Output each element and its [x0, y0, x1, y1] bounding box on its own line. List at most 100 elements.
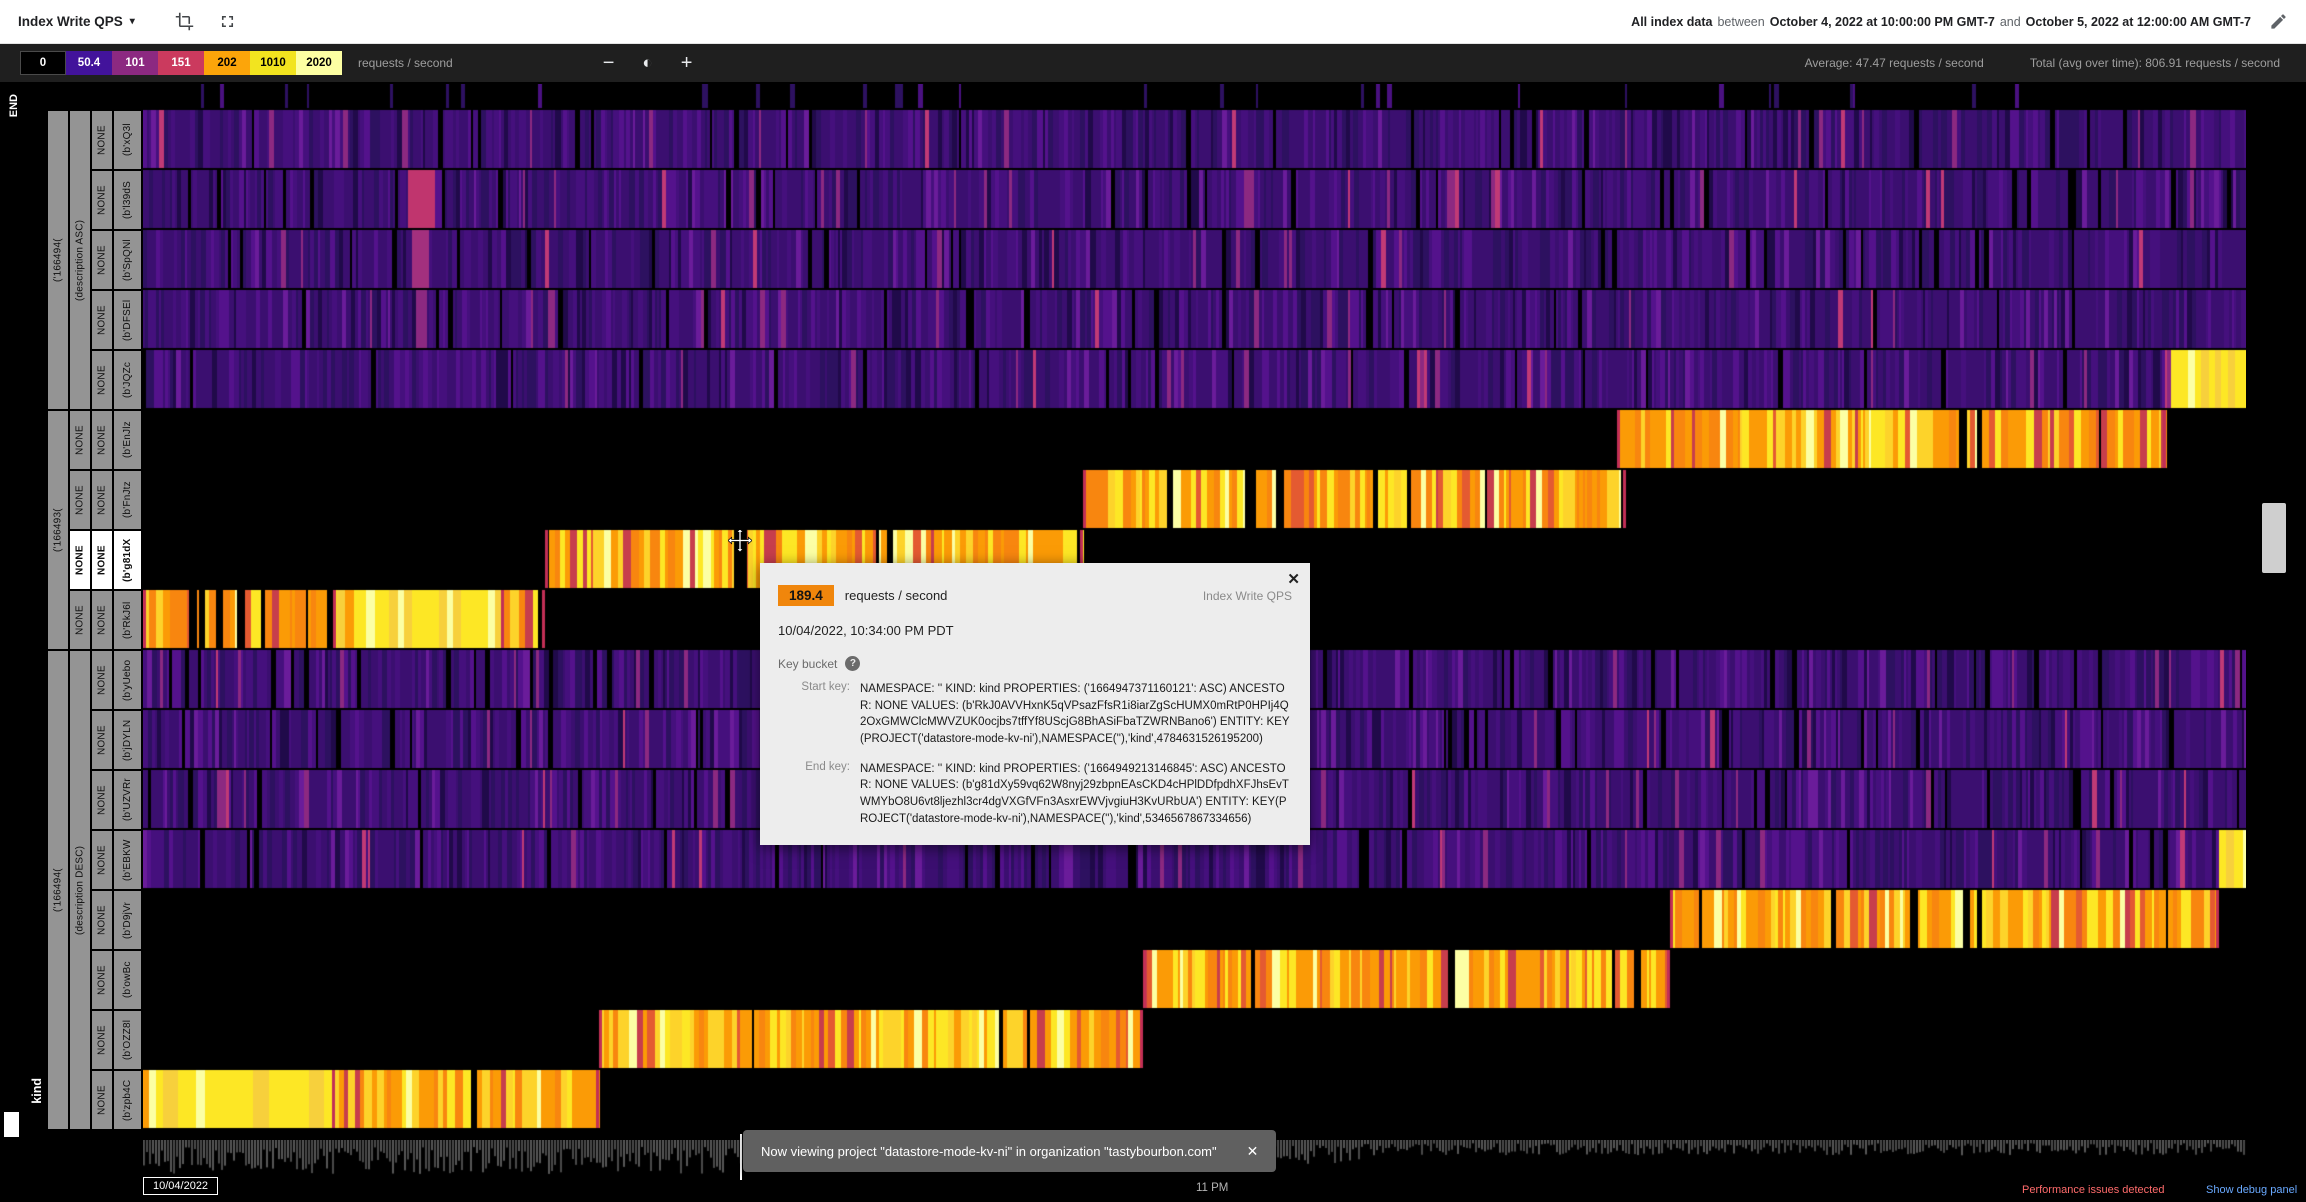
key-bucket-table: Start key: NAMESPACE: '' KIND: kind PROP… [778, 681, 1292, 827]
axis-row-key-label[interactable]: (b'owBc [114, 951, 141, 1009]
axis-row-key-label[interactable]: (b'D9jVr [114, 891, 141, 949]
heatmap-tooltip: ✕ 189.4 requests / second Index Write QP… [760, 563, 1310, 845]
metric-selector-label: Index Write QPS [18, 14, 123, 29]
axis-none-label[interactable]: NONE [92, 351, 112, 409]
chevron-down-icon: ▾ [130, 16, 135, 27]
timeline-tick-label: 11 PM [1196, 1182, 1228, 1194]
axis-row-key-label[interactable]: (b'SpQNl [114, 231, 141, 289]
axis-none-label[interactable]: NONE [92, 111, 112, 169]
vertical-scrollbar-thumb[interactable] [2262, 503, 2286, 573]
axis-none-label[interactable]: NONE [70, 411, 90, 469]
axis-none-label[interactable]: NONE [92, 711, 112, 769]
axis-direction-group[interactable]: (description ASC) [70, 111, 90, 409]
start-key-label: Start key: [778, 681, 850, 748]
axis-none-label[interactable]: NONE [70, 471, 90, 529]
axis-none-label[interactable]: NONE [92, 411, 112, 469]
fullscreen-icon [218, 12, 237, 31]
axis-none-label[interactable]: NONE [70, 531, 90, 589]
pencil-icon [2269, 12, 2288, 31]
key-bucket-label: Key bucket [778, 657, 837, 671]
tooltip-header: 189.4 requests / second Index Write QPS [778, 585, 1292, 606]
average-qps: Average: 47.47 requests / second [1805, 56, 1984, 70]
legend-stop-202: 202 [204, 51, 250, 75]
legend-stop-1010: 1010 [250, 51, 296, 75]
top-bar: Index Write QPS ▾ All index data between… [0, 0, 2306, 44]
fullscreen-button[interactable] [218, 12, 237, 31]
axis-index-group[interactable]: ('166494( [48, 651, 68, 1129]
axis-row-key-label[interactable]: (b'jDYLN [114, 711, 141, 769]
timeline-date-label: 10/04/2022 [143, 1177, 218, 1195]
axis-row-key-label[interactable]: (b'EnJlz [114, 411, 141, 469]
axis-none-label[interactable]: NONE [92, 771, 112, 829]
timeline-playhead[interactable] [740, 1134, 742, 1180]
invert-colors-icon[interactable]: ◐ [642, 53, 652, 73]
edit-range-button[interactable] [2269, 12, 2288, 31]
time-range-prefix: All index data [1631, 15, 1712, 29]
help-icon[interactable]: ? [845, 656, 860, 671]
axis-none-label[interactable]: NONE [92, 531, 112, 589]
axis-row-key-label[interactable]: (b'DFSEl [114, 291, 141, 349]
start-key-value: NAMESPACE: '' KIND: kind PROPERTIES: ('1… [860, 681, 1292, 748]
axis-row-key-label[interactable]: (b'OZZ8l [114, 1011, 141, 1069]
axis-none-label[interactable]: NONE [92, 471, 112, 529]
axis-row-key-label[interactable]: (b'l39dS [114, 171, 141, 229]
metric-selector[interactable]: Index Write QPS ▾ [18, 14, 135, 29]
axis-none-label[interactable]: NONE [92, 171, 112, 229]
legend-stop-151: 151 [158, 51, 204, 75]
zoom-in-button[interactable]: + [681, 53, 693, 73]
legend-stop-2020: 2020 [296, 51, 342, 75]
total-qps: Total (avg over time): 806.91 requests /… [2030, 56, 2280, 70]
tooltip-units: requests / second [845, 588, 948, 603]
axis-row-key-label[interactable]: (b'g81dX [114, 531, 141, 589]
legend-stop-50.4: 50.4 [66, 51, 112, 75]
show-debug-panel-link[interactable]: Show debug panel [2206, 1184, 2297, 1196]
project-toast: Now viewing project "datastore-mode-kv-n… [743, 1130, 1276, 1172]
axis-none-label[interactable]: NONE [92, 951, 112, 1009]
axis-row-key-label[interactable]: (b'JQZc [114, 351, 141, 409]
axis-row-key-label[interactable]: (b'RkJ6l [114, 591, 141, 649]
legend-stop-0: 0 [20, 51, 66, 75]
performance-warning: Performance issues detected [2022, 1184, 2164, 1196]
close-icon[interactable]: ✕ [1247, 1143, 1259, 1160]
time-range-start: October 4, 2022 at 10:00:00 PM GMT-7 [1770, 15, 1995, 29]
axis-direction-group[interactable]: (description DESC) [70, 651, 90, 1129]
end-key-label: End key: [778, 761, 850, 828]
axis-row-key-label[interactable]: (b'zpb4C [114, 1071, 141, 1129]
tooltip-value-badge: 189.4 [778, 585, 834, 606]
axis-row-key-label[interactable]: (b'yUebo [114, 651, 141, 709]
axis-none-label[interactable]: NONE [92, 891, 112, 949]
axis-kind-label: kind [30, 1078, 44, 1104]
time-range-end: October 5, 2022 at 12:00:00 AM GMT-7 [2026, 15, 2251, 29]
axis-none-label[interactable]: NONE [92, 1011, 112, 1069]
legend-stop-101: 101 [112, 51, 158, 75]
axis-row-key-label[interactable]: (b'UZVRr [114, 771, 141, 829]
axis-none-label[interactable]: NONE [92, 651, 112, 709]
time-range: All index data between October 4, 2022 a… [1631, 15, 2251, 29]
close-icon[interactable]: ✕ [1287, 570, 1300, 588]
crop-button[interactable] [175, 12, 194, 31]
axis-row-key-label[interactable]: (b'FnJtz [114, 471, 141, 529]
axis-corner [4, 1112, 19, 1137]
axis-none-label[interactable]: NONE [70, 591, 90, 649]
legend-stats: Average: 47.47 requests / second Total (… [1805, 56, 2286, 70]
axis-none-label[interactable]: NONE [92, 291, 112, 349]
legend-units: requests / second [358, 56, 453, 70]
axis-none-label[interactable]: NONE [92, 1071, 112, 1129]
zoom-out-button[interactable]: − [603, 53, 615, 73]
axis-index-group[interactable]: ('166494( [48, 111, 68, 409]
axis-none-label[interactable]: NONE [92, 231, 112, 289]
tooltip-timestamp: 10/04/2022, 10:34:00 PM PDT [778, 623, 1292, 638]
crop-icon [175, 12, 194, 31]
axis-none-label[interactable]: NONE [92, 591, 112, 649]
axis-row-key-label[interactable]: (b'EBKW [114, 831, 141, 889]
time-range-and: and [2000, 15, 2021, 29]
axis-none-label[interactable]: NONE [92, 831, 112, 889]
tooltip-section: Key bucket ? [778, 656, 1292, 671]
axis-row-key-label[interactable]: (b'xQ3l [114, 111, 141, 169]
tooltip-metric-name: Index Write QPS [1203, 589, 1292, 603]
axis-end-label: END [8, 94, 20, 117]
key-visualizer-app: Index Write QPS ▾ All index data between… [0, 0, 2306, 1202]
axis-index-group[interactable]: ('166493( [48, 411, 68, 649]
end-key-value: NAMESPACE: '' KIND: kind PROPERTIES: ('1… [860, 761, 1292, 828]
zoom-controls: − ◐ + [603, 53, 693, 73]
